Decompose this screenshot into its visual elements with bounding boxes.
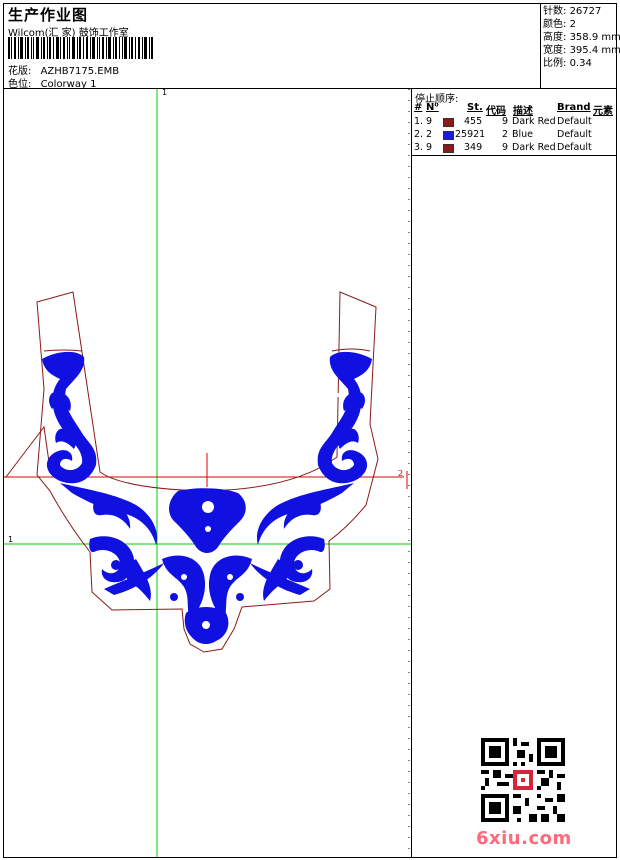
row-stitches: 455 [464, 116, 483, 127]
row-code: 2 [502, 129, 509, 140]
color-swatch [443, 118, 454, 127]
row-brand: Default [557, 116, 592, 127]
stat-colors: 颜色: 2 [543, 19, 576, 30]
row-brand: Default [557, 142, 592, 153]
color-swatch [443, 144, 454, 153]
row-description: Dark Red [512, 116, 556, 127]
ruler-label-left: 1 [8, 535, 14, 544]
col-header-no: N⁰ [426, 102, 439, 113]
design-stats: 针数: 26727 颜色: 2 高度: 358.9 mm 宽度: 395.4 m… [543, 5, 620, 70]
row-needle: 9 [426, 142, 433, 153]
ruler-label-top: 1 [162, 88, 168, 97]
col-header-element: 元素 [593, 106, 613, 117]
row-brand: Default [557, 129, 592, 140]
stat-scale: 比例: 0.34 [543, 58, 592, 69]
embroidery-motif [42, 351, 372, 644]
qr-code-icon [481, 738, 565, 822]
row-code: 9 [502, 116, 509, 127]
col-header-hash: # [414, 102, 423, 113]
row-index: 2. [414, 129, 424, 140]
ruler-label-right: 2 [398, 469, 404, 478]
table-bottom-divider [411, 155, 617, 156]
col-header-code: 代码 [486, 106, 506, 117]
color-swatch [443, 131, 454, 140]
row-needle: 9 [426, 116, 433, 127]
colorway-line: 色位: Colorway 1 [8, 75, 96, 90]
row-needle: 2 [426, 129, 433, 140]
panel-divider [411, 88, 412, 858]
col-header-brand: Brand [557, 102, 591, 113]
page-title: 生产作业图 [8, 6, 89, 24]
row-index: 1. [414, 116, 424, 127]
stat-stitches: 针数: 26727 [543, 6, 602, 17]
watermark-text: 6xiu.com [476, 828, 572, 849]
barcode-icon [8, 37, 153, 59]
row-code: 9 [502, 142, 509, 153]
col-header-stitches: St. [467, 102, 483, 113]
row-stitches: 25921 [455, 129, 486, 140]
row-description: Dark Red [512, 142, 556, 153]
stats-divider [540, 3, 541, 88]
stat-height: 高度: 358.9 mm [543, 32, 620, 43]
row-index: 3. [414, 142, 424, 153]
design-canvas [4, 89, 411, 857]
stat-width: 宽度: 395.4 mm [543, 45, 620, 56]
col-header-description: 描述 [513, 106, 533, 117]
row-stitches: 349 [464, 142, 483, 153]
row-description: Blue [512, 129, 534, 140]
